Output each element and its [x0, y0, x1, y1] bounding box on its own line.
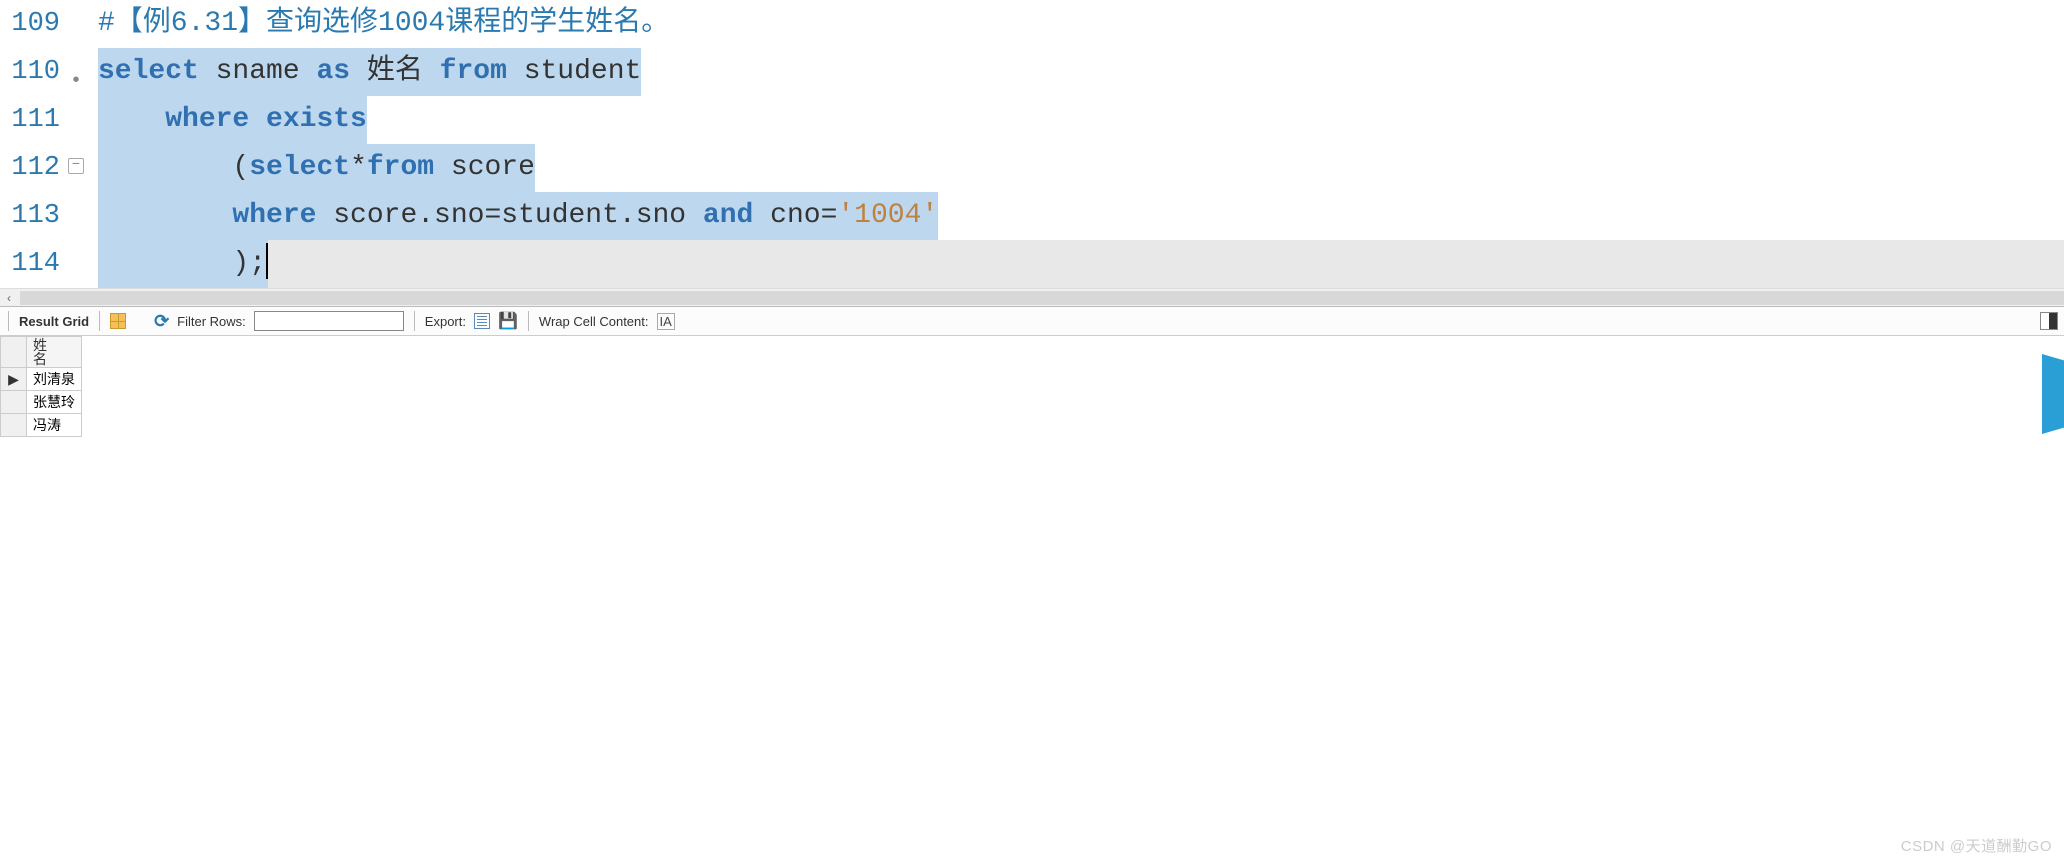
token: from	[440, 56, 507, 87]
code-line[interactable]: 109 #【例6.31】查询选修1004课程的学生姓名。	[0, 0, 2064, 48]
token: =	[821, 200, 838, 231]
line-number: 113	[0, 192, 68, 240]
line-number: 109	[0, 0, 68, 48]
results-toolbar: Result Grid ⟳ Filter Rows: Export: 💾 Wra…	[0, 306, 2064, 336]
export-grid-icon[interactable]	[474, 313, 490, 329]
row-selector[interactable]: ▶	[1, 368, 27, 391]
code-content[interactable]: select sname as 姓名 from student	[98, 48, 2064, 96]
sql-editor[interactable]: 109#【例6.31】查询选修1004课程的学生姓名。110•select sn…	[0, 0, 2064, 288]
code-line[interactable]: 112− (select*from score	[0, 144, 2064, 192]
export-label: Export:	[425, 314, 466, 329]
token: 姓名	[350, 56, 440, 87]
token	[98, 152, 232, 183]
token: score.sno	[316, 200, 484, 231]
token: (	[232, 152, 249, 183]
cell-name[interactable]: 刘清泉	[27, 368, 82, 391]
horizontal-scrollbar[interactable]: ‹	[0, 288, 2064, 306]
code-content[interactable]: where exists	[98, 96, 2064, 144]
wrap-icon[interactable]: IA	[657, 313, 675, 330]
token	[98, 200, 232, 231]
token: select	[98, 56, 199, 87]
execute-marker-icon: •	[70, 58, 82, 106]
code-content[interactable]: );	[98, 240, 2064, 288]
row-selector[interactable]	[1, 391, 27, 414]
table-row[interactable]: 张慧玲	[1, 391, 82, 414]
token: #【例6.31】查询选修1004课程的学生姓名。	[98, 8, 669, 39]
token: sname	[199, 56, 317, 87]
code-line[interactable]: 111 where exists	[0, 96, 2064, 144]
token: );	[232, 248, 266, 279]
fold-toggle-icon[interactable]: −	[68, 158, 84, 174]
code-content[interactable]: #【例6.31】查询选修1004课程的学生姓名。	[98, 0, 2064, 48]
token: exists	[266, 104, 367, 135]
column-header[interactable]: 姓 名	[27, 337, 82, 368]
token: where	[165, 104, 249, 135]
grid-icon[interactable]	[110, 313, 126, 329]
code-line[interactable]: 110•select sname as 姓名 from student	[0, 48, 2064, 96]
token: from	[367, 152, 434, 183]
watermark: CSDN @天道酬勤GO	[1901, 835, 2052, 856]
line-number: 111	[0, 96, 68, 144]
row-selector[interactable]	[1, 414, 27, 437]
token: select	[249, 152, 350, 183]
code-content[interactable]: (select*from score	[98, 144, 2064, 192]
code-line[interactable]: 113 where score.sno=student.sno and cno=…	[0, 192, 2064, 240]
row-header-blank	[1, 337, 27, 368]
line-number: 114	[0, 240, 68, 288]
table-row[interactable]: ▶刘清泉	[1, 368, 82, 391]
results-table[interactable]: 姓 名▶刘清泉张慧玲冯涛	[0, 336, 82, 437]
wrap-label: Wrap Cell Content:	[539, 314, 649, 329]
token: cno	[753, 200, 820, 231]
panel-toggle-icon[interactable]	[2040, 312, 2058, 330]
token	[98, 104, 165, 135]
cell-name[interactable]: 张慧玲	[27, 391, 82, 414]
token: *	[350, 152, 367, 183]
filter-rows-label: Filter Rows:	[177, 314, 246, 329]
line-number: 112	[0, 144, 68, 192]
token	[249, 104, 266, 135]
token	[98, 248, 232, 279]
refresh-icon[interactable]: ⟳	[154, 311, 169, 332]
token: student.sno	[501, 200, 703, 231]
token: where	[232, 200, 316, 231]
table-row[interactable]: 冯涛	[1, 414, 82, 437]
side-tab[interactable]	[2042, 354, 2064, 434]
result-grid-label: Result Grid	[19, 314, 89, 329]
save-icon[interactable]: 💾	[498, 311, 518, 331]
token: student	[507, 56, 641, 87]
token: score	[434, 152, 535, 183]
text-cursor	[266, 243, 268, 279]
scroll-track[interactable]	[20, 291, 2064, 305]
cell-name[interactable]: 冯涛	[27, 414, 82, 437]
results-area: 姓 名▶刘清泉张慧玲冯涛	[0, 336, 2064, 437]
code-content[interactable]: where score.sno=student.sno and cno='100…	[98, 192, 2064, 240]
code-line[interactable]: 114 );	[0, 240, 2064, 288]
filter-rows-input[interactable]	[254, 311, 404, 331]
token: =	[484, 200, 501, 231]
scroll-left-icon[interactable]: ‹	[0, 289, 18, 307]
token: '1004'	[837, 200, 938, 231]
token: and	[703, 200, 753, 231]
token: as	[316, 56, 350, 87]
line-number: 110	[0, 48, 68, 96]
